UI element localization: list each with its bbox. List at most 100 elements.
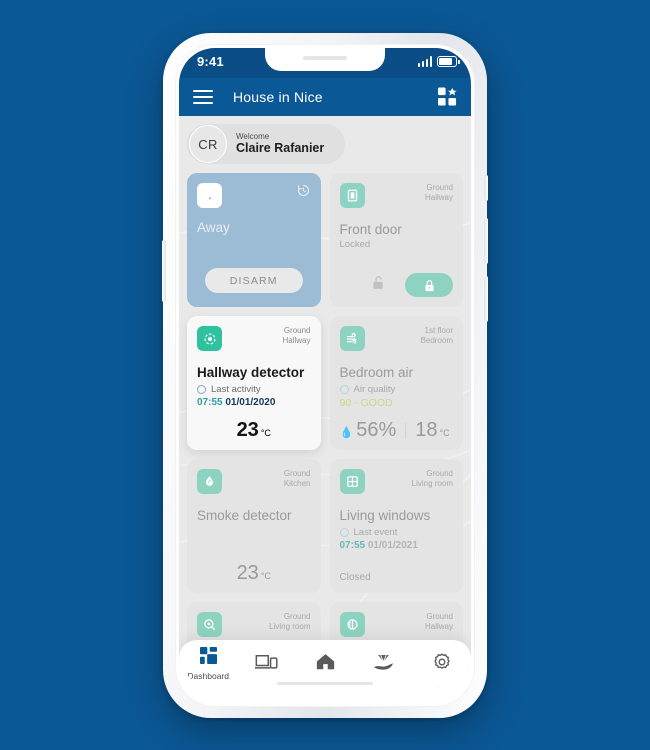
air-flow-icon [339, 326, 365, 351]
battery-icon [437, 56, 460, 67]
card-location: Ground Hallway [425, 612, 453, 633]
siren-icon [339, 612, 365, 637]
event-status: Last event [339, 527, 454, 538]
card-location: Ground Living room [412, 469, 453, 490]
card-hallway-detector[interactable]: Ground Hallway Hallway detector Last act… [187, 316, 321, 450]
camera-icon [197, 612, 222, 637]
welcome-text: Welcome Claire Rafanier [236, 132, 324, 156]
nav-item-settings[interactable] [413, 652, 471, 677]
status-dot-icon [339, 528, 349, 537]
card-location: 1st floor Bedroom [421, 326, 453, 347]
activity-timestamp: 07:55 01/01/2020 [197, 397, 311, 408]
phone-volume-up-button [484, 218, 488, 264]
card-title: Hallway detector [197, 365, 305, 380]
event-time: 07:55 [339, 540, 366, 551]
card-title: Front door [339, 222, 402, 237]
hamburger-menu-icon[interactable] [193, 90, 213, 104]
air-quality-label: Air quality [353, 384, 396, 395]
temperature-value: 18 [415, 419, 438, 441]
card-bedroom-air[interactable]: 1st floor Bedroom Bedroom air Air qualit… [329, 316, 463, 450]
location-room: Kitchen [283, 479, 311, 489]
humidity-value: 56% [356, 419, 397, 441]
location-room: Living room [411, 479, 453, 489]
location-floor: Ground [426, 612, 453, 621]
card-front-door[interactable]: Ground Hallway Front door Locked [329, 173, 463, 307]
unlock-icon[interactable] [370, 274, 387, 296]
alarm-state-label: Away [197, 220, 230, 235]
air-quality-status: Air quality [339, 384, 454, 395]
settings-gear-icon [432, 652, 452, 677]
card-title: Bedroom air [339, 365, 414, 380]
location-floor: Ground [426, 183, 453, 192]
card-smoke-detector[interactable]: Ground Kitchen Smoke detector 23 °C [187, 459, 321, 593]
card-title: Living windows [339, 508, 431, 523]
devices-icon [254, 653, 278, 676]
status-indicators [417, 56, 460, 67]
phone-silent-switch [484, 175, 488, 201]
lock-shield-icon [197, 183, 222, 208]
app-bar: House in Nice [179, 78, 471, 116]
card-location: Ground Hallway [282, 326, 310, 347]
location-floor: 1st floor [424, 326, 453, 335]
location-floor: Ground [283, 612, 311, 621]
location-room: Hallway [424, 193, 453, 203]
temperature-value: 23 [236, 562, 259, 584]
welcome-user-name: Claire Rafanier [236, 141, 325, 156]
nav-item-devices[interactable] [237, 653, 295, 676]
location-room: Hallway [424, 622, 453, 632]
dashboard-scroll-area[interactable]: CR Welcome Claire Rafanier Away DISARM G… [179, 116, 471, 688]
status-time: 9:41 [197, 54, 224, 69]
nav-item-home[interactable] [296, 652, 354, 676]
lock-toggle-group [340, 273, 453, 297]
air-metrics: 💧 56% 18 °C [340, 419, 454, 442]
card-alarm-away[interactable]: Away DISARM [187, 173, 321, 307]
activity-date: 01/01/2020 [225, 397, 276, 408]
phone-power-button [162, 240, 166, 302]
temperature-readout: 23 °C [197, 562, 311, 585]
motion-detector-icon [197, 326, 222, 351]
window-state: Closed [339, 572, 371, 583]
phone-screen: 9:41 House in Nice CR Welcome Claire Raf… [179, 48, 471, 688]
earpiece-speaker [303, 56, 347, 60]
event-label: Last event [353, 527, 398, 538]
activity-label: Last activity [211, 384, 261, 395]
temperature-unit: °C [260, 571, 271, 581]
window-grid-icon [339, 469, 365, 494]
location-room: Hallway [282, 336, 311, 346]
status-dot-icon [197, 385, 206, 394]
lock-status-text: Locked [339, 239, 371, 250]
location-floor: Ground [283, 326, 311, 335]
temperature-unit: °C [439, 428, 450, 438]
services-hand-icon [372, 652, 395, 676]
activity-status: Last activity [197, 384, 311, 395]
nav-item-services[interactable] [354, 652, 412, 676]
humidity-drop-icon: 💧 [339, 427, 354, 439]
phone-notch [265, 48, 385, 71]
history-clock-icon[interactable] [296, 183, 311, 203]
signal-bars-icon [417, 56, 432, 67]
phone-volume-down-button [484, 276, 488, 322]
card-location: Ground Kitchen [284, 469, 311, 490]
location-room: Bedroom [420, 336, 453, 346]
lock-icon[interactable] [405, 273, 453, 297]
welcome-banner[interactable]: CR Welcome Claire Rafanier [187, 124, 345, 164]
event-timestamp: 07:55 01/01/2021 [340, 540, 454, 551]
card-location: Ground Hallway [425, 183, 453, 204]
status-dot-icon [339, 385, 349, 394]
card-location: Ground Living room [269, 612, 310, 633]
temperature-readout: 23 °C [197, 419, 311, 442]
add-widget-grid-icon[interactable] [438, 87, 457, 107]
dashboard-grid-icon [199, 647, 217, 669]
disarm-button[interactable]: DISARM [205, 268, 303, 293]
avatar: CR [189, 125, 227, 163]
metric-divider [405, 422, 407, 439]
device-card-grid: Away DISARM Ground Hallway Front door Lo… [187, 173, 463, 688]
home-indicator [277, 682, 373, 685]
card-living-windows[interactable]: Ground Living room Living windows Last e… [329, 459, 463, 593]
activity-time: 07:55 [197, 397, 223, 408]
door-icon [339, 183, 365, 208]
home-icon [315, 652, 336, 676]
nav-item-dashboard[interactable]: Dashboard [179, 647, 237, 681]
status-bar: 9:41 [179, 48, 471, 78]
event-date: 01/01/2021 [367, 540, 418, 551]
